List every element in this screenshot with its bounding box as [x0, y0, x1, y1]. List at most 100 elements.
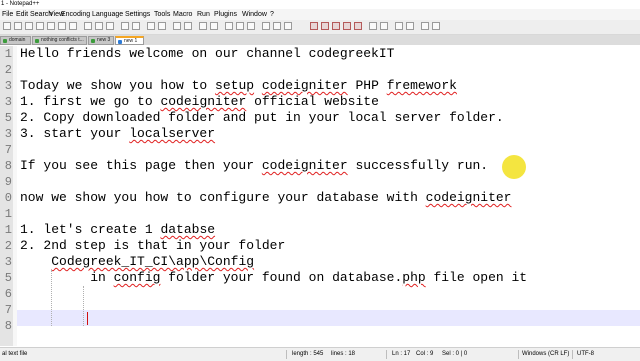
- line-number: 1: [4, 223, 12, 237]
- eol-label[interactable]: Windows (CR LF): [522, 348, 569, 361]
- code-line: 2. 2nd step is that in your folder: [20, 238, 286, 253]
- sync-horizontal-icon[interactable]: [210, 22, 218, 30]
- menu-settings[interactable]: Settings: [125, 9, 150, 20]
- misspelled-word: localserver: [129, 126, 216, 141]
- replace-icon[interactable]: [158, 22, 166, 30]
- menu-edit[interactable]: Edit: [16, 9, 28, 20]
- code-line: 1. let's create 1 databse: [20, 222, 216, 237]
- zoom-out-icon[interactable]: [184, 22, 192, 30]
- saved-file-icon: [91, 39, 95, 43]
- save-macro-icon[interactable]: [354, 22, 362, 30]
- plugin-settings-icon[interactable]: [406, 22, 414, 30]
- redo-icon[interactable]: [132, 22, 140, 30]
- record-macro-icon[interactable]: [310, 22, 318, 30]
- zoom-in-icon[interactable]: [173, 22, 181, 30]
- toolbar: [0, 20, 640, 35]
- text-caret: [87, 312, 88, 325]
- fold-margin[interactable]: [13, 46, 17, 346]
- plugin-icon[interactable]: [395, 22, 403, 30]
- paste-icon[interactable]: [106, 22, 114, 30]
- line-number: 6: [4, 287, 12, 301]
- code-line: now we show you how to configure your da…: [20, 190, 512, 205]
- saved-file-icon: [3, 39, 7, 43]
- editor-area[interactable]: 1 2 3 3 5 3 7 8 9 0 1 1 2 3 5 6 7 8 Hell…: [0, 46, 640, 346]
- close-icon[interactable]: [47, 22, 55, 30]
- tab-new-1[interactable]: new 1: [115, 36, 144, 45]
- find-icon[interactable]: [147, 22, 155, 30]
- tab-nothing-conflicts[interactable]: nothing conflicts t...: [32, 36, 87, 45]
- save-icon[interactable]: [25, 22, 33, 30]
- indent-guide: [83, 286, 84, 326]
- undo-icon[interactable]: [121, 22, 129, 30]
- line-number: 7: [4, 303, 12, 317]
- misspelled-word: codeigniter: [425, 190, 512, 205]
- indent-guide: [51, 270, 52, 326]
- menu-help[interactable]: ?: [270, 9, 274, 20]
- spellcheck-next-icon[interactable]: [380, 22, 388, 30]
- playback-macro-icon[interactable]: [332, 22, 340, 30]
- show-all-chars-icon[interactable]: [236, 22, 244, 30]
- misspelled-word: config: [113, 270, 161, 285]
- line-number: 2: [4, 239, 12, 253]
- folder-workspace-icon[interactable]: [284, 22, 292, 30]
- code-line: If you see this page then your codeignit…: [20, 158, 489, 173]
- line-number: 0: [4, 191, 12, 205]
- mouse-cursor-highlight: [502, 155, 526, 179]
- status-separator: [518, 350, 519, 359]
- line-number: 8: [4, 159, 12, 173]
- menu-window[interactable]: Window: [242, 9, 267, 20]
- copy-icon[interactable]: [95, 22, 103, 30]
- menu-tools[interactable]: Tools: [154, 9, 170, 20]
- menu-file[interactable]: File: [2, 9, 13, 20]
- line-number: 1: [4, 47, 12, 61]
- status-separator: [386, 350, 387, 359]
- menu-macro[interactable]: Macro: [173, 9, 192, 20]
- tab-new-3[interactable]: new 3: [88, 36, 114, 45]
- function-list-icon[interactable]: [273, 22, 281, 30]
- misspelled-word: fremework: [386, 78, 457, 93]
- stop-record-icon[interactable]: [321, 22, 329, 30]
- open-file-icon[interactable]: [14, 22, 22, 30]
- active-file-icon: [118, 40, 122, 44]
- length-label: length : 545: [292, 351, 324, 357]
- sync-vertical-icon[interactable]: [199, 22, 207, 30]
- encoding-label[interactable]: UTF-8: [577, 348, 594, 361]
- code-line: 3. start your localserver: [20, 126, 216, 141]
- tab-domain[interactable]: domain: [0, 36, 31, 45]
- line-number: 3: [4, 255, 12, 269]
- spellcheck-icon[interactable]: [369, 22, 377, 30]
- print-icon[interactable]: [69, 22, 77, 30]
- new-file-icon[interactable]: [3, 22, 11, 30]
- word-wrap-icon[interactable]: [225, 22, 233, 30]
- status-bar: al text file length : 545 lines : 18 Ln …: [0, 347, 640, 361]
- line-number: 7: [4, 143, 12, 157]
- run-macro-multiple-icon[interactable]: [343, 22, 351, 30]
- misspelled-word: php: [402, 270, 426, 285]
- menu-run[interactable]: Run: [197, 9, 210, 20]
- current-line-highlight: [17, 310, 640, 326]
- save-all-icon[interactable]: [36, 22, 44, 30]
- menu-encoding[interactable]: Encoding: [61, 9, 90, 20]
- indent-guide-icon[interactable]: [247, 22, 255, 30]
- close-all-icon[interactable]: [58, 22, 66, 30]
- line-number: 2: [4, 63, 12, 77]
- lines-label: lines : 18: [331, 351, 356, 357]
- col-label: Col : 9: [416, 351, 434, 357]
- menu-plugins[interactable]: Plugins: [214, 9, 237, 20]
- doc-map-icon[interactable]: [262, 22, 270, 30]
- menu-language[interactable]: Language: [92, 9, 123, 20]
- compare-next-icon[interactable]: [432, 22, 440, 30]
- line-number: 3: [4, 127, 12, 141]
- code-line: Hello friends welcome on our channel cod…: [20, 46, 395, 61]
- cut-icon[interactable]: [84, 22, 92, 30]
- compare-icon[interactable]: [421, 22, 429, 30]
- misspelled-word: databse: [160, 222, 216, 237]
- status-separator: [572, 350, 573, 359]
- tab-bar: domain nothing conflicts t... new 3 new …: [0, 35, 640, 45]
- misspelled-word: codeigniter: [160, 94, 247, 109]
- line-number: 5: [4, 271, 12, 285]
- code-line: in config folder your found on database.…: [20, 270, 528, 285]
- misspelled-word: codeigniter: [261, 78, 348, 93]
- line-number: 3: [4, 79, 12, 93]
- code-line: Codegreek_IT_CI\app\Config: [20, 254, 254, 270]
